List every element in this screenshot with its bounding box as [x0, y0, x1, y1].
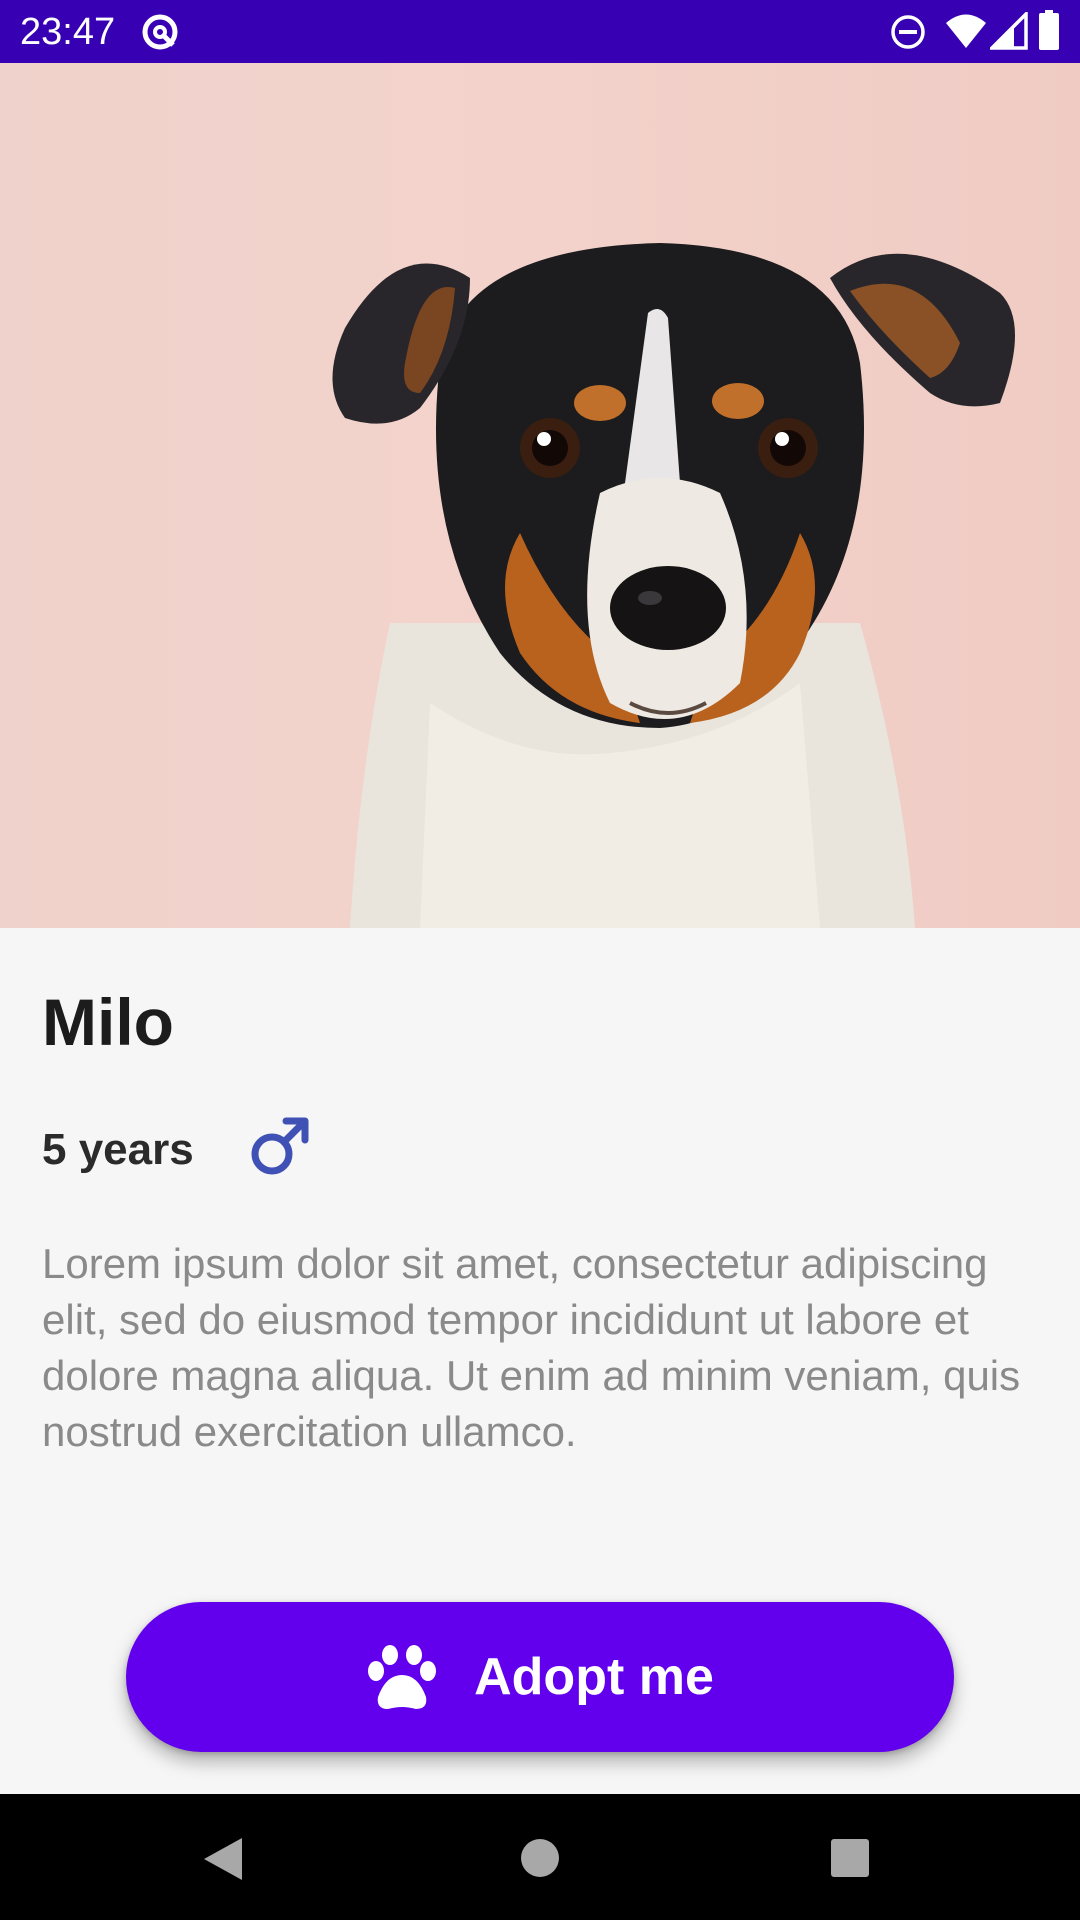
status-time: 23:47 [20, 11, 116, 53]
dog-photo [0, 63, 1080, 928]
male-icon [251, 1117, 309, 1175]
dog-illustration [332, 243, 1015, 928]
wifi-icon [946, 14, 986, 48]
app-notification-icon [142, 14, 178, 50]
do-not-disturb-icon [891, 15, 925, 49]
adopt-me-button[interactable]: Adopt me [126, 1602, 954, 1752]
home-icon[interactable] [520, 1838, 560, 1878]
recents-icon[interactable] [830, 1838, 870, 1878]
adopt-button-label: Adopt me [474, 1648, 714, 1706]
cell-signal-icon [990, 12, 1028, 50]
pet-description: Lorem ipsum dolor sit amet, consectetur … [42, 1240, 1021, 1455]
status-bar: 23:47 [0, 0, 1080, 63]
paw-icon [368, 1645, 437, 1709]
pet-name: Milo [42, 985, 174, 1059]
pet-age: 5 years [42, 1125, 194, 1174]
battery-icon [1039, 10, 1059, 50]
back-icon[interactable] [202, 1836, 244, 1882]
